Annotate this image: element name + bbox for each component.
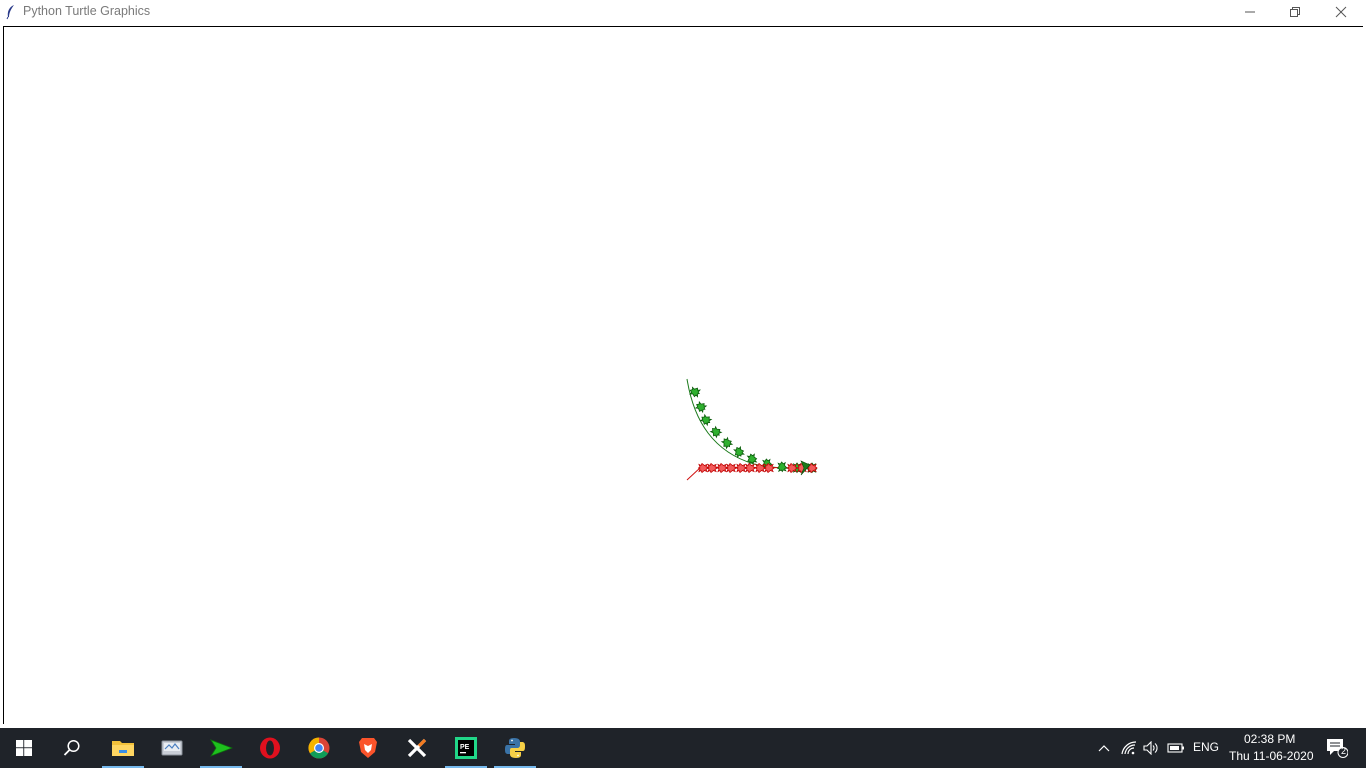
chrome-icon — [308, 737, 330, 759]
title-bar[interactable]: Python Turtle Graphics — [0, 0, 1366, 24]
disk-utility-icon — [161, 740, 183, 756]
show-hidden-icons-button[interactable] — [1092, 728, 1116, 768]
turtle-stamp-icon — [697, 462, 709, 474]
folder-icon — [112, 741, 134, 756]
xampp-icon — [407, 738, 427, 758]
taskbar-file-explorer[interactable] — [102, 728, 144, 768]
taskbar-xampp[interactable] — [396, 728, 438, 768]
turtle-drawing — [686, 378, 818, 481]
restore-icon — [1290, 7, 1300, 17]
minimize-button[interactable] — [1227, 0, 1273, 24]
taskbar-app-utility[interactable] — [151, 728, 193, 768]
window-title: Python Turtle Graphics — [23, 4, 151, 18]
taskbar-pycharm[interactable]: PE — [445, 728, 487, 768]
search-button[interactable] — [48, 728, 96, 768]
turtle-stamp-icon — [706, 462, 718, 474]
pycharm-icon: PE — [455, 737, 477, 759]
action-center-button[interactable]: 2 — [1322, 728, 1352, 768]
taskbar-green-arrow-app[interactable] — [200, 728, 242, 768]
turtle-stamp-icon — [746, 453, 758, 465]
turtle-stamp-icon — [744, 462, 756, 474]
turtle-stamp-icon — [699, 413, 713, 427]
battery-button[interactable] — [1164, 728, 1188, 768]
clock-time[interactable]: 02:38 PM — [1244, 732, 1295, 746]
start-button[interactable] — [0, 728, 48, 768]
turtle-canvas[interactable] — [3, 26, 1363, 724]
network-button[interactable] — [1118, 728, 1140, 768]
windows-logo-icon — [16, 740, 32, 756]
battery-icon — [1167, 743, 1184, 753]
green-stamps — [689, 386, 818, 474]
turtle-stamp-icon — [763, 462, 775, 474]
turtle-stamp-icon — [776, 461, 788, 473]
speaker-icon — [1143, 741, 1158, 755]
taskbar-brave[interactable] — [347, 728, 389, 768]
taskbar: PE ENG 02:38 PM Thu 11-06-2020 2 — [0, 728, 1366, 768]
python-icon — [505, 738, 525, 758]
feather-icon — [6, 5, 14, 20]
volume-button[interactable] — [1140, 728, 1162, 768]
close-button[interactable] — [1318, 0, 1364, 24]
green-arrow-icon — [210, 739, 233, 757]
turtle-stamp-icon — [786, 462, 798, 474]
search-icon — [63, 739, 80, 756]
turtle-stamp-icon — [735, 462, 747, 474]
language-indicator[interactable]: ENG — [1193, 740, 1219, 754]
svg-text:PE: PE — [460, 744, 470, 751]
brave-icon — [359, 738, 377, 758]
opera-icon — [260, 737, 280, 759]
taskbar-chrome[interactable] — [298, 728, 340, 768]
turtle-window: Python Turtle Graphics — [0, 0, 1366, 728]
taskbar-python[interactable] — [494, 728, 536, 768]
clock-date[interactable]: Thu 11-06-2020 — [1229, 749, 1314, 763]
turtle-stamp-icon — [716, 462, 728, 474]
turtle-stamp-icon — [725, 462, 737, 474]
wifi-icon — [1121, 741, 1137, 755]
turtle-stamp-icon — [754, 462, 766, 474]
chevron-up-icon — [1098, 745, 1110, 752]
restore-button[interactable] — [1272, 0, 1318, 24]
minimize-icon — [1245, 11, 1255, 13]
taskbar-opera[interactable] — [249, 728, 291, 768]
notification-count: 2 — [1341, 746, 1347, 756]
close-icon — [1335, 6, 1347, 18]
